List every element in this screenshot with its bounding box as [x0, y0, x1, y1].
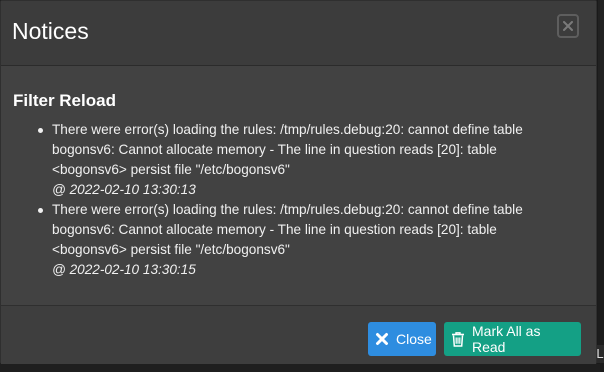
notice-timestamp: @ 2022-02-10 13:30:13 [52, 182, 196, 197]
notice-message: There were error(s) loading the rules: /… [52, 202, 523, 257]
notice-timestamp: @ 2022-02-10 13:30:15 [52, 262, 196, 277]
background-page-strip [598, 0, 604, 110]
notice-message: There were error(s) loading the rules: /… [52, 122, 523, 177]
mark-all-read-label: Mark All as Read [472, 323, 541, 355]
notices-modal: Notices Filter Reload There were error(s… [0, 0, 597, 364]
section-title: Filter Reload [13, 91, 116, 110]
trash-icon [452, 332, 464, 347]
modal-header: Notices [1, 1, 596, 66]
modal-dismiss-button[interactable] [557, 14, 579, 38]
close-button[interactable]: Close [368, 322, 436, 356]
close-x-icon [563, 21, 573, 31]
notice-item: There were error(s) loading the rules: /… [13, 200, 553, 280]
bullet [38, 208, 43, 213]
background-bottom-bar [0, 364, 600, 372]
times-icon [376, 333, 388, 345]
bullet [38, 128, 43, 133]
notice-item: There were error(s) loading the rules: /… [13, 120, 553, 200]
background-edge-letter: L [596, 345, 604, 363]
close-button-label: Close [396, 331, 432, 347]
mark-all-read-button[interactable]: Mark All as Read [444, 322, 581, 356]
modal-body: Filter Reload There were error(s) loadin… [1, 66, 596, 306]
notice-list: There were error(s) loading the rules: /… [13, 120, 584, 280]
modal-title: Notices [12, 18, 89, 44]
modal-footer: Close Mark All as Read [1, 305, 596, 364]
background-page-strip [598, 110, 604, 346]
